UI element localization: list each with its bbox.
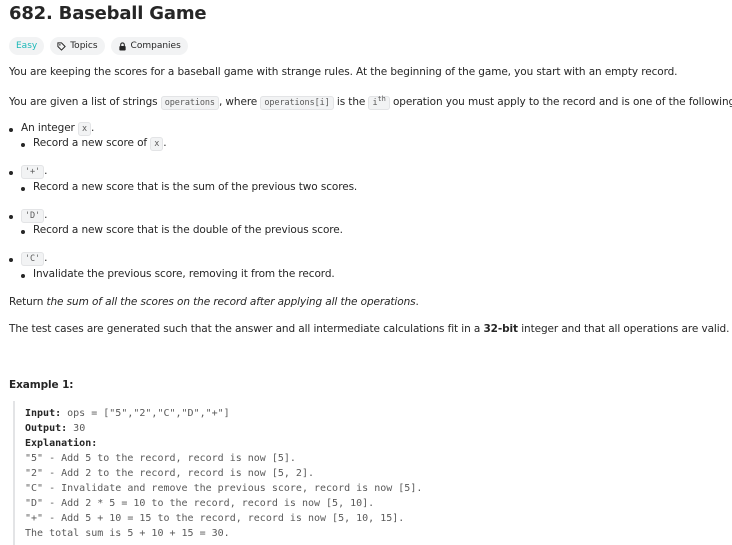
explanation-line: "+" - Add 5 + 10 = 15 to the record, rec… <box>25 513 405 524</box>
companies-label: Companies <box>130 41 181 51</box>
list-bullet <box>9 171 13 175</box>
operation-item: 'C'. <box>21 252 47 266</box>
constraints-paragraph: The test cases are generated such that t… <box>9 323 730 335</box>
operation-item: An integer x. <box>21 122 95 136</box>
list-bullet <box>21 143 25 147</box>
explanation-line: "5" - Add 5 to the record, record is now… <box>25 453 296 464</box>
companies-button[interactable]: Companies <box>110 37 188 55</box>
list-bullet <box>9 258 13 262</box>
list-bullet <box>21 274 25 278</box>
inline-code: operations[i] <box>260 95 334 110</box>
explanation-line: The total sum is 5 + 10 + 15 = 30. <box>25 528 230 539</box>
problem-title: 682. Baseball Game <box>9 3 207 24</box>
intro-paragraph: You are keeping the scores for a basebal… <box>9 66 678 78</box>
example-output: Output: 30 <box>25 423 86 434</box>
explanation-line: "2" - Add 2 to the record, record is now… <box>25 468 314 479</box>
operation-item: 'D'. <box>21 209 47 223</box>
operation-description: Record a new score that is the sum of th… <box>33 181 358 193</box>
list-bullet <box>21 187 25 191</box>
example-input: Input: ops = ["5","2","C","D","+"] <box>25 408 230 419</box>
problem-tags: Easy Topics Companies <box>9 37 188 55</box>
operation-description: Record a new score that is the double of… <box>33 224 343 236</box>
inline-code: operations <box>160 95 219 110</box>
topics-label: Topics <box>70 41 98 51</box>
lock-icon <box>118 41 126 51</box>
example-code-block: Input: ops = ["5","2","C","D","+"] Outpu… <box>13 401 675 545</box>
list-bullet <box>9 215 13 219</box>
operations-paragraph: You are given a list of strings operatio… <box>9 95 732 110</box>
difficulty-badge: Easy <box>9 37 45 55</box>
operation-description: Record a new score of x. <box>33 137 167 151</box>
difficulty-label: Easy <box>16 41 38 51</box>
list-bullet <box>21 230 25 234</box>
tag-icon <box>57 41 67 51</box>
operation-item: '+'. <box>21 165 47 179</box>
topics-button[interactable]: Topics <box>50 37 105 55</box>
return-paragraph: Return the sum of all the scores on the … <box>9 296 419 308</box>
operation-description: Invalidate the previous score, removing … <box>33 268 335 280</box>
list-bullet <box>9 128 13 132</box>
inline-code: ith <box>368 95 390 110</box>
example-explanation-label: Explanation: <box>25 438 98 449</box>
example-heading: Example 1: <box>9 379 74 391</box>
explanation-line: "D" - Add 2 * 5 = 10 to the record, reco… <box>25 498 375 509</box>
explanation-line: "C" - Invalidate and remove the previous… <box>25 483 423 494</box>
